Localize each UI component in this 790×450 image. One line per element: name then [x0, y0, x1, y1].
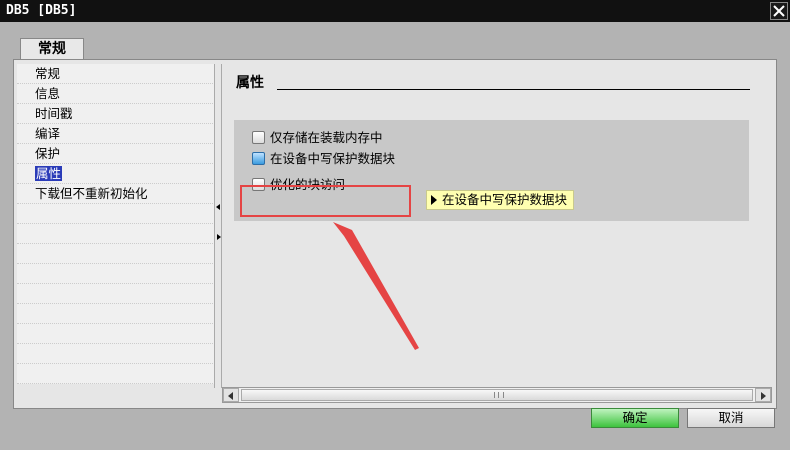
- tooltip: 在设备中写保护数据块: [426, 190, 575, 210]
- sidebar-item-timestamp[interactable]: 时间戳: [17, 104, 217, 124]
- section-divider: [277, 89, 750, 90]
- chevron-right-icon: [761, 392, 766, 400]
- option-write-protect[interactable]: 在设备中写保护数据块: [252, 150, 395, 168]
- dialog-body: 常规 常规 信息 时间戳 编译 保护 属性 下载但不重新初始化 属性 仅存储在装…: [0, 22, 790, 450]
- sidebar-item-protection[interactable]: 保护: [17, 144, 217, 164]
- sidebar-empty-row: [17, 224, 217, 244]
- collapse-left-icon[interactable]: [216, 204, 220, 210]
- grip-icon: [494, 392, 504, 398]
- scroll-thumb[interactable]: [241, 389, 753, 401]
- sidebar-empty-row: [17, 324, 217, 344]
- sidebar-item-label: 时间戳: [35, 106, 73, 121]
- sidebar-item-info[interactable]: 信息: [17, 84, 217, 104]
- sidebar-empty-row: [17, 284, 217, 304]
- option-load-memory-only[interactable]: 仅存储在装载内存中: [252, 129, 383, 147]
- cancel-button[interactable]: 取消: [687, 408, 775, 428]
- sidebar-item-label: 保护: [35, 146, 61, 161]
- scroll-right-button[interactable]: [755, 388, 771, 402]
- annotation-highlight-box: [240, 185, 411, 217]
- sidebar-item-compile[interactable]: 编译: [17, 124, 217, 144]
- sidebar-item-label: 下载但不重新初始化: [35, 186, 148, 201]
- sidebar-empty-row: [17, 304, 217, 324]
- sidebar-item-general[interactable]: 常规: [17, 64, 217, 84]
- sidebar-empty-row: [17, 344, 217, 364]
- sidebar-item-label: 属性: [35, 166, 63, 181]
- sidebar-item-label: 信息: [35, 86, 61, 101]
- tab-panel: 常规 信息 时间戳 编译 保护 属性 下载但不重新初始化 属性 仅存储在装载内存…: [13, 59, 777, 409]
- close-button[interactable]: [770, 2, 788, 20]
- window-title: DB5 [DB5]: [6, 3, 77, 18]
- option-label: 在设备中写保护数据块: [270, 151, 396, 166]
- tooltip-arrow-icon: [431, 194, 437, 205]
- option-label: 仅存储在装载内存中: [270, 130, 383, 145]
- expand-right-icon[interactable]: [217, 234, 221, 240]
- sidebar-empty-row: [17, 244, 217, 264]
- horizontal-scrollbar[interactable]: [222, 387, 772, 403]
- sidebar-empty-row: [17, 204, 217, 224]
- checkbox[interactable]: [252, 131, 265, 144]
- attributes-options-box: 仅存储在装载内存中 在设备中写保护数据块 优化的块访问 在设备中写保护数据块: [234, 120, 749, 221]
- ok-button[interactable]: 确定: [591, 408, 679, 428]
- checkbox[interactable]: [252, 152, 265, 165]
- sidebar-item-attributes[interactable]: 属性: [17, 164, 217, 184]
- tooltip-text: 在设备中写保护数据块: [442, 192, 568, 207]
- pane-splitter[interactable]: [214, 64, 222, 388]
- sidebar-item-label: 编译: [35, 126, 61, 141]
- title-bar: DB5 [DB5]: [0, 0, 790, 22]
- scroll-left-button[interactable]: [223, 388, 239, 402]
- sidebar: 常规 信息 时间戳 编译 保护 属性 下载但不重新初始化: [17, 64, 218, 384]
- section-title: 属性: [236, 75, 264, 91]
- sidebar-item-label: 常规: [35, 66, 61, 81]
- properties-dialog: DB5 [DB5] 常规 常规 信息 时间戳 编译 保护 属性 下载但不重新初始…: [0, 0, 790, 450]
- sidebar-empty-row: [17, 364, 217, 384]
- sidebar-empty-row: [17, 264, 217, 284]
- close-icon: [773, 5, 785, 17]
- tab-general[interactable]: 常规: [20, 38, 84, 60]
- sidebar-item-download-no-reinit[interactable]: 下载但不重新初始化: [17, 184, 217, 204]
- chevron-left-icon: [228, 392, 233, 400]
- attributes-section: 属性 仅存储在装载内存中 在设备中写保护数据块 优化的块访问 在设备中写保护数据…: [222, 64, 772, 370]
